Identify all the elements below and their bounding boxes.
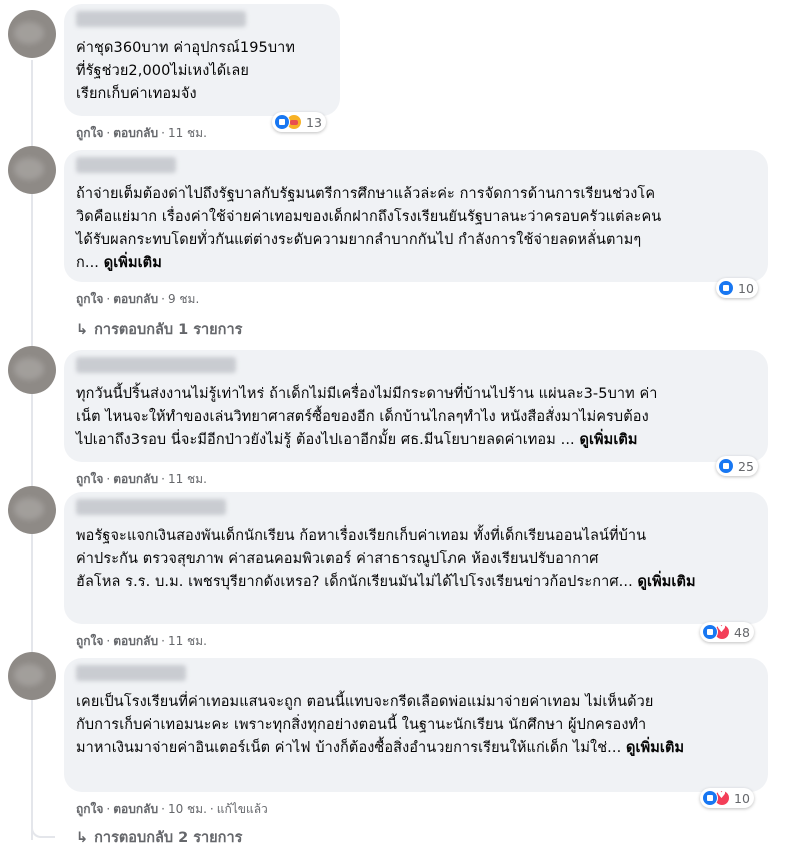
timestamp[interactable]: 11 ชม.	[168, 472, 207, 486]
commenter-name[interactable]	[76, 11, 246, 27]
timestamp[interactable]: 9 ชม.	[168, 292, 199, 306]
edited-label: แก้ไขแล้ว	[216, 802, 268, 816]
comment-text: พอรัฐจะแจกเงินสองพันเด็กนักเรียน ก้อหาเร…	[76, 528, 696, 590]
avatar[interactable]	[8, 346, 56, 394]
like-reaction-icon	[702, 790, 718, 806]
thread-connector	[31, 818, 55, 838]
reply-link[interactable]: ตอบกลับ	[113, 472, 158, 486]
see-more-link[interactable]: ดูเพิ่มเติม	[626, 740, 684, 756]
reaction-summary[interactable]: 10	[700, 788, 754, 808]
reaction-count: 10	[738, 280, 754, 296]
see-more-link[interactable]: ดูเพิ่มเติม	[638, 574, 696, 590]
like-reaction-icon	[718, 280, 734, 296]
comment-bubble: ทุกวันนี้ปริ้นส่งงานไม่รู้เท่าไหร่ ถ้าเด…	[64, 350, 768, 462]
commenter-name[interactable]	[76, 357, 236, 373]
avatar[interactable]	[8, 652, 56, 700]
comment-actions: ถูกใจ · ตอบกลับ · 11 ชม.	[76, 634, 207, 648]
comment-actions: ถูกใจ · ตอบกลับ · 10 ชม. · แก้ไขแล้ว	[76, 802, 268, 816]
commenter-name[interactable]	[76, 157, 176, 173]
view-replies-button[interactable]: ↳ การตอบกลับ 2 รายการ	[76, 826, 242, 849]
see-more-link[interactable]: ดูเพิ่มเติม	[579, 432, 637, 448]
like-link[interactable]: ถูกใจ	[76, 802, 103, 816]
timestamp[interactable]: 11 ชม.	[168, 634, 207, 648]
like-reaction-icon	[702, 624, 718, 640]
reply-link[interactable]: ตอบกลับ	[113, 634, 158, 648]
like-link[interactable]: ถูกใจ	[76, 126, 103, 140]
like-reaction-icon	[718, 458, 734, 474]
comment-bubble: ค่าชุด360บาท ค่าอุปกรณ์195บาท ที่รัฐช่วย…	[64, 4, 340, 116]
see-more-link[interactable]: ดูเพิ่มเติม	[104, 255, 162, 271]
reply-link[interactable]: ตอบกลับ	[113, 126, 158, 140]
reply-arrow-icon: ↳	[76, 322, 89, 338]
comment-actions: ถูกใจ · ตอบกลับ · 11 ชม.	[76, 126, 207, 140]
like-link[interactable]: ถูกใจ	[76, 634, 103, 648]
like-reaction-icon	[274, 114, 290, 130]
like-link[interactable]: ถูกใจ	[76, 472, 103, 486]
reaction-count: 25	[738, 458, 754, 474]
timestamp[interactable]: 10 ชม.	[168, 802, 207, 816]
reply-arrow-icon: ↳	[76, 830, 89, 846]
commenter-name[interactable]	[76, 499, 226, 515]
replies-label: การตอบกลับ 1 รายการ	[94, 322, 243, 338]
reaction-summary[interactable]: 10	[716, 278, 758, 298]
commenter-name[interactable]	[76, 665, 186, 681]
comment-actions: ถูกใจ · ตอบกลับ · 11 ชม.	[76, 472, 207, 486]
comment-text: ค่าชุด360บาท ค่าอุปกรณ์195บาท ที่รัฐช่วย…	[76, 40, 296, 102]
reaction-count: 10	[734, 790, 750, 806]
comment-bubble: พอรัฐจะแจกเงินสองพันเด็กนักเรียน ก้อหาเร…	[64, 492, 768, 624]
timestamp[interactable]: 11 ชม.	[168, 126, 207, 140]
avatar[interactable]	[8, 146, 56, 194]
reaction-summary[interactable]: 25	[716, 456, 758, 476]
reaction-summary[interactable]: 48	[700, 622, 754, 642]
replies-label: การตอบกลับ 2 รายการ	[94, 830, 243, 846]
comment-actions: ถูกใจ · ตอบกลับ · 9 ชม.	[76, 292, 200, 306]
avatar[interactable]	[8, 10, 56, 58]
reaction-summary[interactable]: 13	[272, 112, 326, 132]
reply-link[interactable]: ตอบกลับ	[113, 802, 158, 816]
comment-text: ถ้าจ่ายเต็มต้องด่าไปถึงรัฐบาลกับรัฐมนตรี…	[76, 186, 662, 271]
reply-link[interactable]: ตอบกลับ	[113, 292, 158, 306]
view-replies-button[interactable]: ↳ การตอบกลับ 1 รายการ	[76, 318, 242, 341]
reaction-count: 13	[306, 114, 322, 130]
comment-text: ทุกวันนี้ปริ้นส่งงานไม่รู้เท่าไหร่ ถ้าเด…	[76, 386, 658, 448]
comment-text: เคยเป็นโรงเรียนที่ค่าเทอมแสนจะถูก ตอนนี้…	[76, 694, 685, 756]
comment-bubble: เคยเป็นโรงเรียนที่ค่าเทอมแสนจะถูก ตอนนี้…	[64, 658, 768, 792]
reaction-count: 48	[734, 624, 750, 640]
avatar[interactable]	[8, 486, 56, 534]
like-link[interactable]: ถูกใจ	[76, 292, 103, 306]
comment-bubble: ถ้าจ่ายเต็มต้องด่าไปถึงรัฐบาลกับรัฐมนตรี…	[64, 150, 768, 282]
